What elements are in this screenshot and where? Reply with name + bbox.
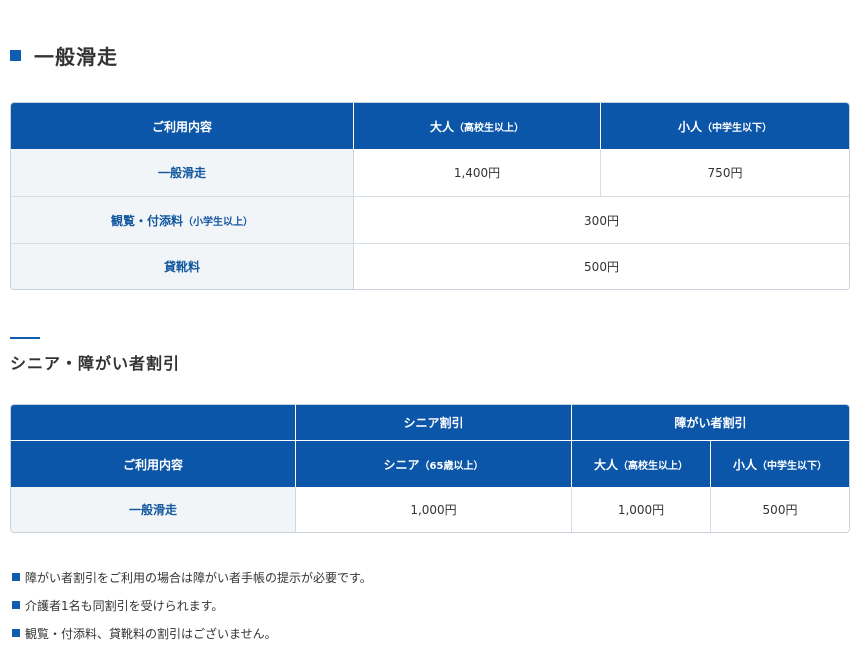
header-child-main: 小人 — [677, 119, 702, 134]
header-child: 小人（中学生以下） — [601, 103, 849, 149]
square-bullet-icon — [12, 629, 20, 637]
header-adult: 大人（高校生以上） — [354, 103, 601, 149]
header-adult-main: 大人 — [593, 457, 618, 472]
general-skating-fee-table: ご利用内容 大人（高校生以上） 小人（中学生以下） 一般滑走 1,400円 75… — [10, 102, 850, 290]
header-child: 小人（中学生以下） — [711, 440, 850, 487]
table-row: 観覧・付添料（小学生以上） 300円 — [11, 196, 849, 243]
header-senior-discount: シニア割引 — [296, 405, 572, 440]
price-disabled-adult: 1,000円 — [572, 487, 711, 532]
header-child-sub: （中学生以下） — [757, 460, 828, 472]
row-label-spectator-fee: 観覧・付添料（小学生以上） — [11, 196, 354, 243]
list-item: 観覧・付添料、貸靴料の割引はございません。 — [12, 619, 372, 647]
row-label-skate-rental: 貸靴料 — [11, 243, 354, 289]
row-label-general-skating: 一般滑走 — [11, 149, 354, 196]
price-adult: 1,400円 — [354, 149, 601, 196]
price-skate-rental: 500円 — [354, 243, 849, 289]
header-adult-main: 大人 — [429, 119, 454, 134]
heading-accent-line — [10, 337, 40, 339]
header-blank — [11, 405, 296, 440]
header-usage: ご利用内容 — [11, 440, 296, 487]
header-usage: ご利用内容 — [11, 103, 354, 149]
notes-list: 障がい者割引をご利用の場合は障がい者手帳の提示が必要です。 介護者1名も同割引を… — [12, 563, 372, 647]
price-child: 750円 — [601, 149, 849, 196]
header-disabled-discount: 障がい者割引 — [572, 405, 850, 440]
header-senior-main: シニア — [383, 457, 420, 472]
section-title-discounts: シニア・障がい者割引 — [10, 354, 181, 373]
table-row: 貸靴料 500円 — [11, 243, 849, 289]
note-text: 介護者1名も同割引を受けられます。 — [25, 598, 224, 613]
row-label-sub: （小学生以上） — [183, 216, 253, 228]
row-label-general-skating: 一般滑走 — [11, 487, 296, 532]
list-item: 介護者1名も同割引を受けられます。 — [12, 591, 372, 619]
discount-fee-table: シニア割引 障がい者割引 ご利用内容 シニア（65歳以上） 大人（高校生以上） … — [10, 404, 851, 533]
heading-square-icon — [10, 49, 21, 61]
header-child-sub: （中学生以下） — [702, 122, 772, 134]
table-header-row-top: シニア割引 障がい者割引 — [11, 405, 850, 440]
section-title: 一般滑走 — [34, 44, 118, 69]
header-adult-sub: （高校生以上） — [454, 122, 524, 134]
list-item: 障がい者割引をご利用の場合は障がい者手帳の提示が必要です。 — [12, 563, 372, 591]
price-disabled-child: 500円 — [711, 487, 850, 532]
price-senior: 1,000円 — [296, 487, 572, 532]
square-bullet-icon — [12, 601, 20, 609]
note-text: 観覧・付添料、貸靴料の割引はございません。 — [25, 626, 277, 641]
price-spectator: 300円 — [354, 196, 849, 243]
table-header-row-bottom: ご利用内容 シニア（65歳以上） 大人（高校生以上） 小人（中学生以下） — [11, 440, 850, 487]
header-adult: 大人（高校生以上） — [572, 440, 711, 487]
square-bullet-icon — [12, 573, 20, 581]
section-heading-general-skating: 一般滑走 — [10, 38, 118, 72]
note-text: 障がい者割引をご利用の場合は障がい者手帳の提示が必要です。 — [25, 570, 372, 585]
row-label-main: 観覧・付添料 — [110, 213, 183, 228]
header-child-main: 小人 — [733, 457, 758, 472]
table-row: 一般滑走 1,400円 750円 — [11, 149, 849, 196]
table-header-row: ご利用内容 大人（高校生以上） 小人（中学生以下） — [11, 103, 849, 149]
header-adult-sub: （高校生以上） — [618, 460, 688, 472]
table-row: 一般滑走 1,000円 1,000円 500円 — [11, 487, 850, 532]
header-senior-sub: （65歳以上） — [419, 460, 484, 472]
header-senior: シニア（65歳以上） — [296, 440, 572, 487]
